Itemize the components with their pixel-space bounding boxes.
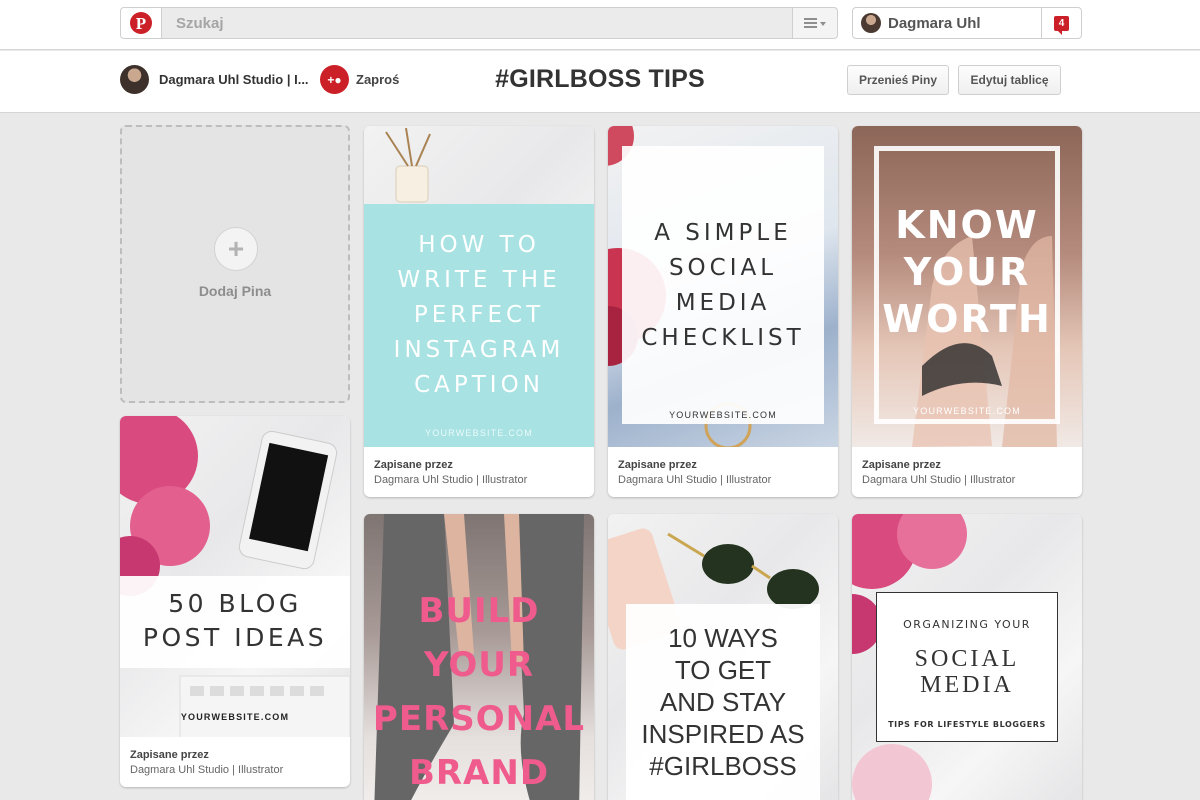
pin-text-line: CHECKLIST [641,325,805,351]
pin-text-line: A SIMPLE [654,220,792,246]
website-label: YOURWEBSITE.COM [180,712,290,722]
saved-by-label: Zapisane przez [374,459,453,471]
pin-image[interactable]: 50 BLOG POST IDEAS YOURWEBSITE.COM [120,416,350,737]
pin-text-line: CAPTION [414,372,544,398]
pin-text-line: INSPIRED AS [641,719,805,749]
pin-text-line: POST IDEAS [142,623,328,652]
saved-by-link[interactable]: Dagmara Uhl Studio | Illustrator [618,474,828,486]
pin-text-line: INSTAGRAM [393,337,565,363]
menu-icon [804,18,817,28]
pin-text-line: 10 WAYS [668,623,778,653]
pin-text-line: WORTH [882,297,1052,341]
pin-text-line: PERSONAL [372,699,586,739]
pin-text-line: 50 BLOG [168,589,302,618]
pin-text-line: KNOW [895,203,1039,247]
plus-icon: + [214,227,258,271]
website-label: YOURWEBSITE.COM [669,410,777,420]
pin-card[interactable]: 10 WAYS TO GET AND STAY INSPIRED AS #GIR… [608,514,838,800]
pin-card[interactable]: KNOW YOUR WORTH YOURWEBSITE.COM Zapisane… [852,126,1082,497]
pin-text-line: ORGANIZING YOUR [903,618,1031,631]
pin-text-line: MEDIA [920,672,1014,698]
avatar [861,13,881,33]
top-navigation-bar: P Szukaj Dagmara Uhl 4 [0,0,1200,50]
pin-text-line: AND STAY [659,687,787,717]
pin-text-line: BUILD YOUR [418,591,540,685]
pin-text-line: MEDIA [675,290,771,316]
saved-by-link[interactable]: Dagmara Uhl Studio | Illustrator [862,474,1072,486]
user-profile-button[interactable]: Dagmara Uhl [852,7,1042,39]
notification-badge: 4 [1053,15,1070,35]
pin-text-line: SOCIAL [914,646,1020,672]
add-pin-label: Dodaj Pina [198,283,272,299]
pin-text-line: #GIRLBOSS [649,751,797,781]
chevron-down-icon [820,22,826,26]
saved-by-label: Zapisane przez [618,459,697,471]
search-filter-button[interactable] [792,7,838,39]
pin-text-line: TIPS FOR LIFESTYLE BLOGGERS [888,720,1046,729]
pin-image[interactable]: BUILD YOUR PERSONAL BRAND [364,514,594,800]
pin-text-line: BRAND [408,753,550,793]
pin-image[interactable]: ORGANIZING YOUR SOCIAL MEDIA TIPS FOR LI… [852,514,1082,800]
search-input[interactable]: Szukaj [161,7,793,39]
edit-board-button[interactable]: Edytuj tablicę [958,65,1061,95]
pin-image[interactable]: KNOW YOUR WORTH YOURWEBSITE.COM [852,126,1082,447]
pin-text-line: WRITE THE [397,267,561,293]
pin-meta: Zapisane przez Dagmara Uhl Studio | Illu… [364,447,594,497]
pin-text-line: TO GET [674,655,772,685]
user-name: Dagmara Uhl [888,14,981,32]
website-label: YOURWEBSITE.COM [913,406,1021,416]
pin-text-line: PERFECT [413,302,545,328]
pin-meta: Zapisane przez Dagmara Uhl Studio | Illu… [852,447,1082,497]
notifications-button[interactable]: 4 [1041,7,1082,39]
move-pins-button[interactable]: Przenieś Piny [847,65,949,95]
pin-meta: Zapisane przez Dagmara Uhl Studio | Illu… [608,447,838,497]
pin-card[interactable]: HOW TO WRITE THE PERFECT INSTAGRAM CAPTI… [364,126,594,497]
pin-text-line: YOUR [903,250,1031,294]
pin-card[interactable]: A SIMPLE SOCIAL MEDIA CHECKLIST YOURWEBS… [608,126,838,497]
pin-meta: Zapisane przez Dagmara Uhl Studio | Illu… [120,737,350,787]
pinterest-logo-icon: P [130,12,152,34]
pin-card[interactable]: 50 BLOG POST IDEAS YOURWEBSITE.COM Zapis… [120,416,350,787]
pin-image[interactable]: 10 WAYS TO GET AND STAY INSPIRED AS #GIR… [608,514,838,800]
pin-text-line: SOCIAL [668,255,778,281]
website-label: YOURWEBSITE.COM [425,428,533,438]
pin-image[interactable]: A SIMPLE SOCIAL MEDIA CHECKLIST YOURWEBS… [608,126,838,447]
pin-image[interactable]: HOW TO WRITE THE PERFECT INSTAGRAM CAPTI… [364,126,594,447]
saved-by-link[interactable]: Dagmara Uhl Studio | Illustrator [130,764,340,776]
pin-card[interactable]: BUILD YOUR PERSONAL BRAND [364,514,594,800]
saved-by-label: Zapisane przez [862,459,941,471]
pin-text-line: HOW TO [418,232,540,258]
saved-by-link[interactable]: Dagmara Uhl Studio | Illustrator [374,474,584,486]
diffuser-decoration [385,127,431,203]
pinterest-logo-button[interactable]: P [120,7,162,39]
saved-by-label: Zapisane przez [130,749,209,761]
add-pin-card[interactable]: + Dodaj Pina [120,125,350,403]
pin-card[interactable]: ORGANIZING YOUR SOCIAL MEDIA TIPS FOR LI… [852,514,1082,800]
board-header: Dagmara Uhl Studio | I... +● Zaproś #GIR… [0,51,1200,113]
